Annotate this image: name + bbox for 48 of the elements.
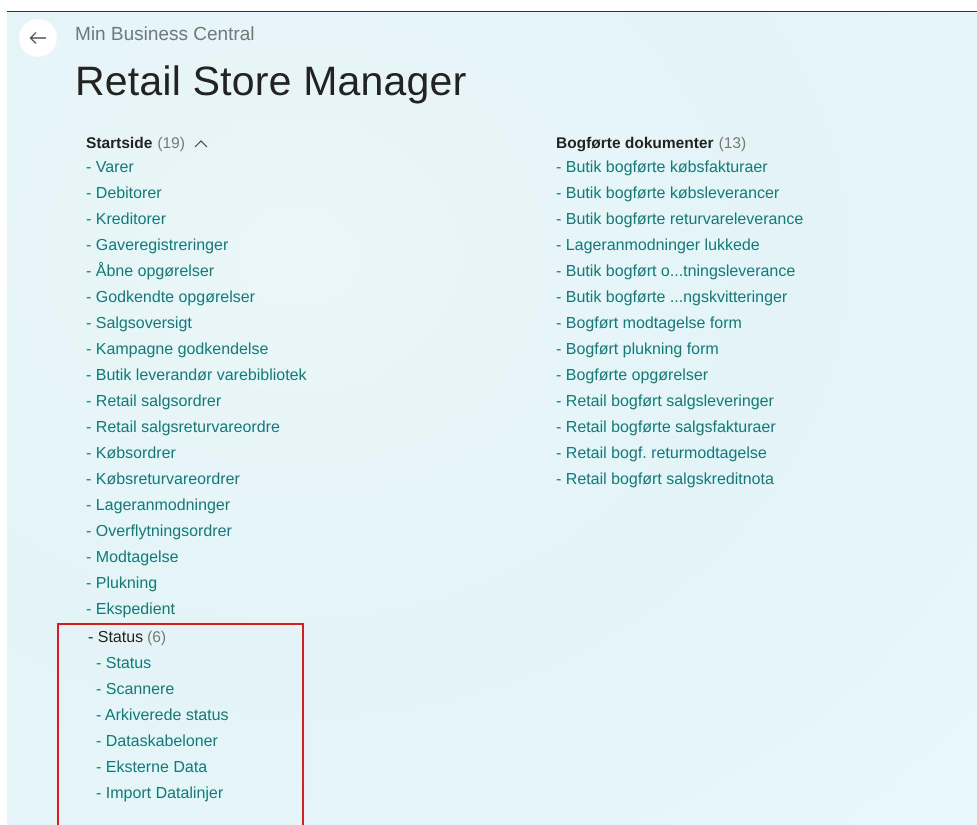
section-count: (19) [157,135,185,153]
nav-link[interactable]: - Åbne opgørelser [86,259,214,285]
nav-link[interactable]: - Købsordrer [86,441,176,467]
nav-link[interactable]: - Dataskabeloner [96,729,218,755]
nav-link[interactable]: - Retail bogført salgsleveringer [556,389,774,415]
nav-link[interactable]: - Status [96,651,152,677]
nav-link[interactable]: - Modtagelse [86,545,178,571]
nav-link[interactable]: - Butik bogførte ...ngskvitteringer [556,285,788,311]
chevron-up-icon [194,140,208,148]
nav-link[interactable]: - Butik bogførte købsleverancer [556,181,780,207]
back-button[interactable] [19,19,57,57]
nav-link[interactable]: - Plukning [86,571,158,597]
section-count: (13) [718,135,746,153]
nav-link[interactable]: - Butik bogført o...tningsleverance [556,259,796,285]
back-arrow-icon [29,31,47,45]
group-label: - Status [88,628,144,648]
nav-link[interactable]: - Varer [86,155,134,181]
nav-link[interactable]: - Eksterne Data [96,755,208,781]
nav-link[interactable]: - Arkiverede status [96,703,228,729]
nav-link[interactable]: - Retail bogført salgskreditnota [556,467,774,493]
nav-link[interactable]: - Overflytningsordrer [86,519,232,545]
nav-link[interactable]: - Ekspedient [86,597,175,623]
nav-link[interactable]: - Retail salgsordrer [86,389,222,415]
nav-link[interactable]: - Salgsoversigt [86,311,192,337]
nav-link[interactable]: - Købsreturvareordrer [86,467,240,493]
nav-link[interactable]: - Debitorer [86,181,162,207]
nav-link[interactable]: - Butik leverandør varebibliotek [86,363,307,389]
nav-link[interactable]: - Retail bogf. returmodtagelse [556,441,767,467]
nav-link[interactable]: - Gaveregistreringer [86,233,228,259]
nav-link[interactable]: - Godkendte opgørelser [86,285,255,311]
page-title: Retail Store Manager [75,58,466,105]
nav-link[interactable]: - Retail bogførte salgsfakturaer [556,415,776,441]
nav-link[interactable]: - Import Datalinjer [96,781,224,807]
section-title: Bogførte dokumenter [556,135,714,153]
nav-link[interactable]: - Bogført modtagelse form [556,311,742,337]
nav-link[interactable]: - Scannere [96,677,174,703]
nav-link[interactable]: - Bogførte opgørelser [556,363,708,389]
nav-link[interactable]: - Kreditorer [86,207,166,233]
nav-link[interactable]: - Lageranmodninger lukkede [556,233,760,259]
nav-link[interactable]: - Bogført plukning form [556,337,719,363]
nav-link[interactable]: - Kampagne godkendelse [86,337,268,363]
nav-link[interactable]: - Lageranmodninger [86,493,230,519]
group-count: (6) [147,628,166,648]
nav-link[interactable]: - Butik bogførte returvareleverance [556,207,804,233]
nav-link[interactable]: - Retail salgsreturvareordre [86,415,280,441]
nav-link[interactable]: - Butik bogførte købsfakturaer [556,155,768,181]
breadcrumb: Min Business Central [75,24,256,46]
section-title: Startside [86,135,152,153]
